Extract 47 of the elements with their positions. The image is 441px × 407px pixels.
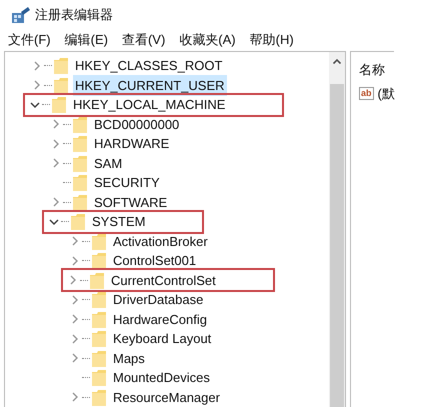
tree-item[interactable]: SOFTWARE bbox=[92, 192, 170, 213]
menu-item[interactable]: 收藏夹(A) bbox=[179, 30, 236, 50]
tree-item[interactable]: SAM bbox=[92, 152, 124, 174]
tree-item[interactable]: HARDWARE bbox=[92, 133, 172, 154]
tree-item[interactable]: BCD00000000 bbox=[92, 114, 182, 135]
menu-item[interactable]: 帮助(H) bbox=[250, 30, 294, 50]
tree-item[interactable]: HKEY_LOCAL_MACHINE bbox=[71, 94, 228, 116]
folder-icon bbox=[73, 194, 87, 211]
folder-icon bbox=[73, 174, 87, 192]
folder-icon bbox=[73, 135, 87, 152]
tree-item[interactable]: Keyboard Layout bbox=[111, 328, 214, 350]
folder-icon bbox=[52, 96, 66, 114]
column-header[interactable]: 名称 bbox=[359, 60, 394, 80]
folder-icon bbox=[92, 388, 106, 406]
menu-item[interactable]: 编辑(E) bbox=[64, 30, 108, 50]
folder-icon bbox=[54, 57, 68, 74]
folder-icon bbox=[92, 330, 106, 348]
tree-item[interactable]: Maps bbox=[111, 348, 147, 369]
tree-item[interactable]: CurrentControlSet bbox=[109, 270, 218, 291]
folder-icon bbox=[92, 291, 106, 308]
window-title: 注册表编辑器 bbox=[35, 6, 113, 24]
folder-icon bbox=[92, 310, 106, 328]
folder-icon bbox=[73, 154, 87, 172]
string-value-icon: ab bbox=[359, 86, 374, 100]
tree-item[interactable]: HardwareConfig bbox=[111, 308, 209, 330]
folder-icon bbox=[92, 252, 106, 270]
folder-icon bbox=[92, 350, 106, 367]
registry-editor-icon bbox=[11, 6, 31, 24]
scrollbar[interactable] bbox=[329, 52, 345, 407]
folder-icon bbox=[92, 369, 106, 386]
folder-icon bbox=[54, 76, 68, 94]
tree-item[interactable]: HKEY_CLASSES_ROOT bbox=[73, 55, 224, 76]
value-name[interactable]: (默 bbox=[378, 84, 395, 103]
tree-item[interactable]: ControlSet001 bbox=[111, 250, 198, 272]
menu-item[interactable]: 查看(V) bbox=[122, 30, 166, 50]
menu-item[interactable]: 文件(F) bbox=[8, 30, 51, 50]
tree-item[interactable]: ActivationBroker bbox=[111, 230, 210, 252]
tree-item[interactable]: SYSTEM bbox=[90, 211, 148, 232]
folder-icon bbox=[90, 272, 104, 289]
folder-icon bbox=[92, 232, 106, 250]
folder-icon bbox=[73, 116, 87, 133]
tree-item[interactable]: HKEY_CURRENT_USER bbox=[73, 74, 227, 96]
tree-item[interactable]: DriverDatabase bbox=[111, 289, 206, 310]
folder-icon bbox=[71, 213, 85, 230]
tree-item[interactable]: ResourceManager bbox=[111, 386, 222, 407]
tree-item[interactable]: MountedDevices bbox=[111, 367, 212, 388]
tree-item[interactable]: SECURITY bbox=[92, 172, 162, 194]
